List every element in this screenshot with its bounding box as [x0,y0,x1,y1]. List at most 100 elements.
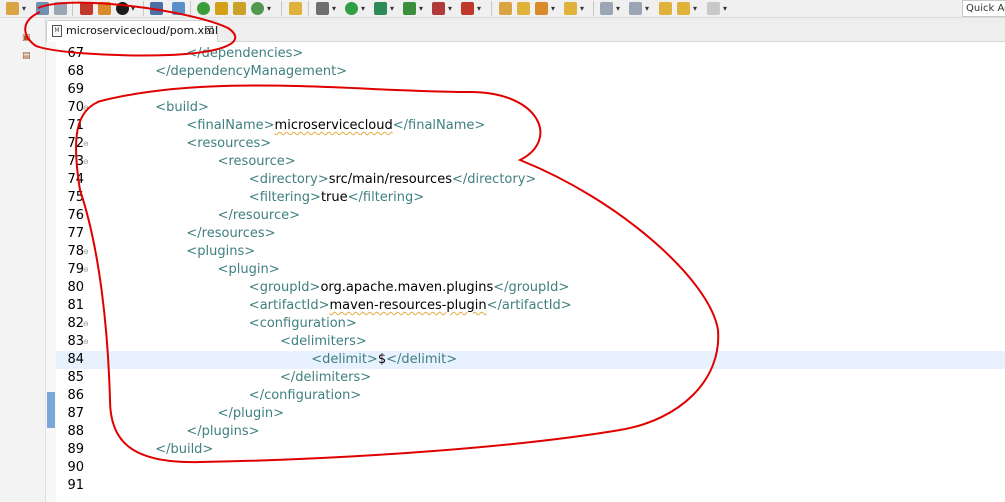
code-editor[interactable]: 67 </dependencies> 68 </dependencyManagemen… [56,42,1005,502]
task-icon[interactable] [98,2,111,15]
quick-access-input[interactable]: Quick Ac [962,0,1005,17]
last-edit-icon[interactable] [659,2,672,15]
chevron-down-icon[interactable]: ▾ [477,2,481,15]
code-line[interactable]: 74 <directory>src/main/resources</directo… [56,171,1005,189]
code-line[interactable]: 91 [56,477,1005,495]
coverage-icon[interactable] [374,2,387,15]
code-text: <filtering>true</filtering> [249,189,424,207]
code-line[interactable]: 77 </resources> [56,225,1005,243]
code-line[interactable]: 84 <delimit>$</delimit> [56,351,1005,369]
print-icon[interactable] [54,2,67,15]
toolbar-separator [281,1,282,16]
code-text: </resources> [186,225,275,243]
chevron-down-icon[interactable]: ▾ [580,2,584,15]
console-icon[interactable] [116,2,129,15]
xml-text: maven-resources-plugin [329,298,487,313]
code-line[interactable]: 90 [56,459,1005,477]
next-annotation-icon[interactable] [600,2,613,15]
toolbar-separator [308,1,309,16]
search-icon[interactable] [564,2,577,15]
deploy-icon[interactable] [461,2,474,15]
chevron-down-icon[interactable]: ▾ [332,2,336,15]
external-tools-icon[interactable] [403,2,416,15]
code-line[interactable]: 79 ⊖ <plugin> [56,261,1005,279]
code-line[interactable]: 88 </plugins> [56,423,1005,441]
fold-toggle-icon[interactable]: ⊖ [83,261,91,279]
chevron-down-icon[interactable]: ▾ [693,2,697,15]
fold-toggle-icon[interactable]: ⊖ [83,99,91,117]
code-line[interactable]: 75 <filtering>true</filtering> [56,189,1005,207]
open-folder-icon[interactable] [517,2,530,15]
chevron-down-icon[interactable]: ▾ [645,2,649,15]
previous-annotation-icon[interactable] [629,2,642,15]
toggle-mark-icon[interactable] [80,2,93,15]
run-icon[interactable] [345,2,358,15]
code-line[interactable]: 80 <groupId>org.apache.maven.plugins</gro… [56,279,1005,297]
xml-tag: </resource> [217,208,300,223]
code-line[interactable]: 85 </delimiters> [56,369,1005,387]
code-line[interactable]: 76 </resource> [56,207,1005,225]
code-line[interactable]: 89 </build> [56,441,1005,459]
code-text: </configuration> [249,387,361,405]
tab-pom-xml[interactable]: M microservicecloud/pom.xml ☒ [46,20,218,42]
line-number: 70 [67,100,84,115]
code-text: </plugins> [186,423,259,441]
code-line[interactable]: 82 ⊖ <configuration> [56,315,1005,333]
code-line[interactable]: 87 </plugin> [56,405,1005,423]
chevron-down-icon[interactable]: ▾ [267,2,271,15]
server-icon[interactable] [197,2,210,15]
grid-icon[interactable] [233,2,246,15]
fold-toggle-icon[interactable]: ⊖ [83,153,91,171]
debug-icon[interactable] [316,2,329,15]
refresh-icon[interactable] [251,2,264,15]
restore-icon[interactable]: ▣ [22,32,32,44]
code-line[interactable]: 70 ⊖ <build> [56,99,1005,117]
close-icon[interactable]: ☒ [204,21,214,41]
code-line[interactable]: 78 ⊖ <plugins> [56,243,1005,261]
pen-icon[interactable] [535,2,548,15]
chevron-down-icon[interactable]: ▾ [616,2,620,15]
new-icon[interactable] [6,2,19,15]
code-line[interactable]: 72 ⊖ <resources> [56,135,1005,153]
code-line[interactable]: 81 <artifactId>maven-resources-plugin</ar… [56,297,1005,315]
open-type-icon[interactable] [150,2,163,15]
xml-tag: <delimiters> [280,334,367,349]
code-line[interactable]: 83 ⊖ <delimiters> [56,333,1005,351]
code-text: </build> [155,441,213,459]
code-line[interactable]: 86 </configuration> [56,387,1005,405]
back-icon[interactable] [677,2,690,15]
chevron-down-icon[interactable]: ▾ [390,2,394,15]
chevron-down-icon[interactable]: ▾ [419,2,423,15]
stop-icon[interactable] [432,2,445,15]
xml-tag: </directory> [451,172,537,187]
chevron-down-icon[interactable]: ▾ [131,2,135,15]
fold-toggle-icon[interactable]: ⊖ [83,135,91,153]
xml-tag: </delimiters> [280,370,372,385]
xml-tag: <directory> [248,172,329,187]
code-line[interactable]: 67 </dependencies> [56,45,1005,63]
save-icon[interactable] [36,2,49,15]
fold-toggle-icon[interactable]: ⊖ [83,243,91,261]
code-line[interactable]: 71 <finalName>microservicecloud</finalNam… [56,117,1005,135]
chevron-down-icon[interactable]: ▾ [448,2,452,15]
code-line[interactable]: 69 [56,81,1005,99]
code-line[interactable]: 73 ⊖ <resource> [56,153,1005,171]
code-line[interactable]: 68 </dependencyManagement> [56,63,1005,81]
chevron-down-icon[interactable]: ▾ [361,2,365,15]
toolbar-separator [143,1,144,16]
skip-breakpoints-icon[interactable] [172,2,185,15]
chevron-down-icon[interactable]: ▾ [551,2,555,15]
new-package-icon[interactable] [499,2,512,15]
package-explorer-icon[interactable] [215,2,228,15]
line-number: 83 [67,334,84,349]
chevron-down-icon[interactable]: ▾ [22,2,26,15]
outline-icon[interactable]: ▤ [22,50,32,62]
fold-toggle-icon[interactable]: ⊖ [83,315,91,333]
xml-tag: </filtering> [347,190,425,205]
folder-icon[interactable] [289,2,302,15]
xml-tag: <resources> [186,136,272,151]
fold-toggle-icon[interactable]: ⊖ [83,333,91,351]
code-text: <resource> [218,153,296,171]
forward-icon[interactable] [707,2,720,15]
chevron-down-icon[interactable]: ▾ [723,2,727,15]
